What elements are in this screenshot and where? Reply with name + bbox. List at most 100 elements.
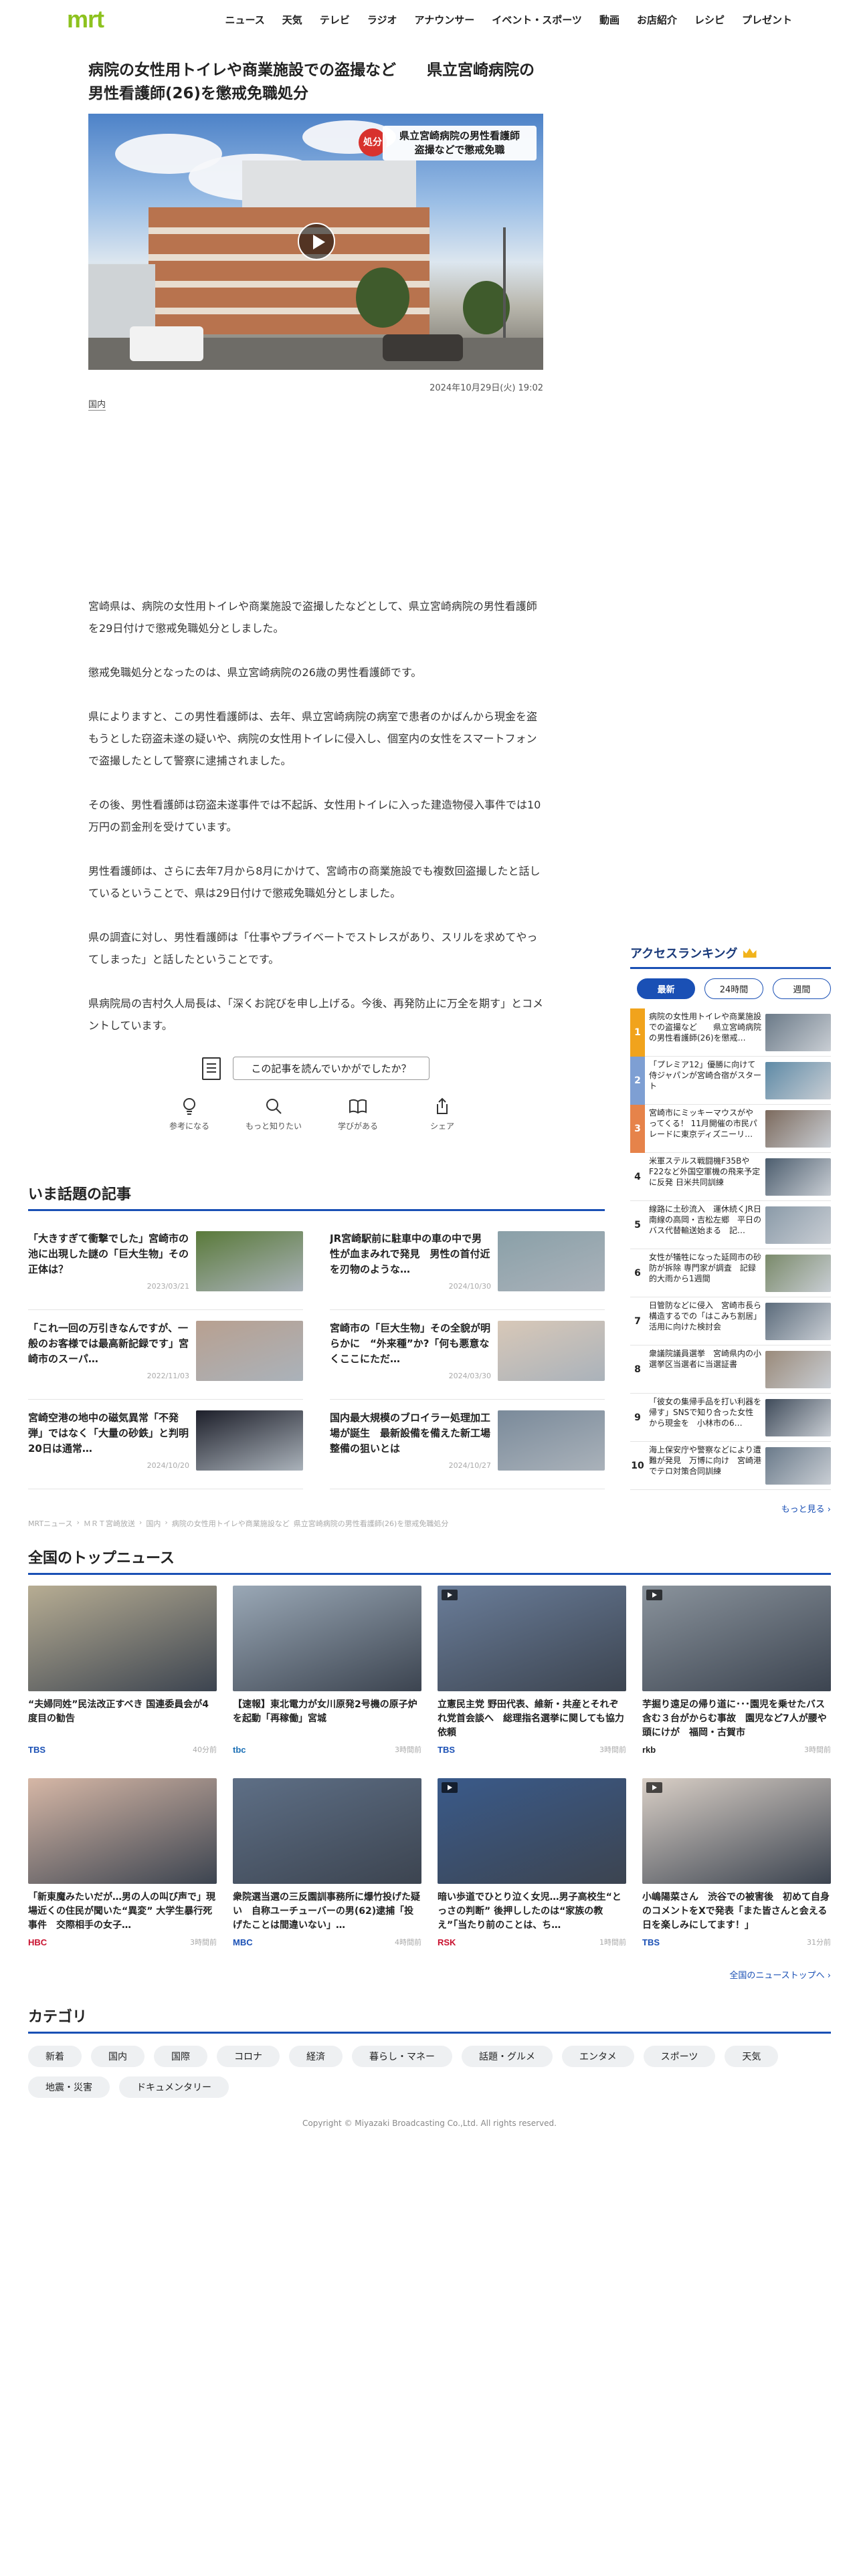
trending-item[interactable]: 「これ一回の万引きなんですが、一般のお客様では最高新記録です」宮崎市のスーパ… 2…: [28, 1310, 303, 1400]
ranking-item[interactable]: 8 衆議院議員選挙 宮崎県内の小選挙区当選者に当選証書: [630, 1346, 831, 1394]
nav-item-announcer[interactable]: アナウンサー: [415, 13, 475, 27]
breadcrumb-item[interactable]: 病院の女性用トイレや商業施設など: [172, 1518, 290, 1529]
ranking-item[interactable]: 7 日管防などに侵入 宮崎市長ら構造するでの「はこみち割居」活用に向けた検討会: [630, 1297, 831, 1346]
trending-item-date: 2024/03/30: [448, 1372, 491, 1380]
ranking-item[interactable]: 10 海上保安庁や警察などにより遭難が発見 万博に向け 宮崎港でテロ対策合同訓練: [630, 1442, 831, 1490]
ranking-item[interactable]: 9 「彼女の集帰手品を打い利器を帰す」SNSで知り合った女性から現金を 小林市の6…: [630, 1394, 831, 1442]
ranking-item-title: 宮崎市にミッキーマウスがやってくる！ 11月開催の市民パレードに東京ディズニーリ…: [649, 1107, 757, 1139]
national-news-card[interactable]: 芋掘り遠足の帰り道に･･･園児を乗せたバス含む３台がからむ事故 園児など7人が腰…: [642, 1586, 831, 1763]
category-pill[interactable]: 天気: [725, 2046, 779, 2067]
category-pill[interactable]: コロナ: [217, 2046, 280, 2067]
article-video[interactable]: 処分 県立宮崎病院の男性看護師 盗撮などで懲戒免職: [88, 114, 543, 370]
category-pill[interactable]: エンタメ: [562, 2046, 634, 2067]
trending-item-text: JR宮崎駅前に駐車中の車の中で男性が血まみれで発見 男性の首付近を刃物のような……: [330, 1231, 498, 1299]
national-news-thumbnail: [28, 1778, 217, 1884]
trending-item-title: 宮崎空港の地中の磁気異常「不発弾」ではなく「大量の砂鉄」と判明 20日は通常…: [28, 1412, 189, 1455]
nav-item-tv[interactable]: テレビ: [320, 13, 350, 27]
share-icon: [437, 1097, 448, 1114]
national-news-card[interactable]: 暗い歩道でひとり泣く女児…男子高校生“とっさの判断” 後押ししたのは“家族の教え…: [438, 1778, 626, 1956]
nav-item-events-sports[interactable]: イベント・スポーツ: [492, 13, 582, 27]
global-nav: ニュース 天気 テレビ ラジオ アナウンサー イベント・スポーツ 動画 お店紹介…: [225, 13, 792, 27]
ranking-number: 7: [634, 1315, 641, 1327]
ranking-item[interactable]: 6 女性が犠牲になった延岡市の砂防が拆除 専門家が調査 記録的大雨から1週間: [630, 1249, 831, 1297]
nav-item-video[interactable]: 動画: [599, 13, 619, 27]
share-button[interactable]: シェア: [412, 1096, 472, 1132]
article-paragraph: 懲戒免職処分となったのは、県立宮崎病院の26歳の男性看護師です。: [88, 666, 422, 679]
ranking-item[interactable]: 3 宮崎市にミッキーマウスがやってくる！ 11月開催の市民パレードに東京ディズニー…: [630, 1104, 831, 1153]
trending-item[interactable]: 国内最大規模のブロイラー処理加工場が誕生 最新設備を備えた新工場整備の狙いとは 2…: [330, 1400, 605, 1489]
ranking-thumbnail: [765, 1254, 831, 1292]
category-pill[interactable]: スポーツ: [643, 2046, 716, 2067]
category-pill[interactable]: 経済: [289, 2046, 343, 2067]
national-news-card[interactable]: 小嶋陽菜さん 渋谷での被害後 初めて自身のコメントをXで発表「また皆さんと会える…: [642, 1778, 831, 1956]
nav-item-weather[interactable]: 天気: [282, 13, 302, 27]
trending-item-title: JR宮崎駅前に駐車中の車の中で男性が血まみれで発見 男性の首付近を刃物のような…: [330, 1232, 490, 1275]
ranking-item[interactable]: 2 「プレミア12」優勝に向けて侍ジャパンが宮崎合宿がスタート: [630, 1056, 831, 1105]
national-news-card[interactable]: 衆院選当選の三反園訓事務所に爆竹投げた疑い 自称ユーチューバーの男(62)逮捕「…: [233, 1778, 421, 1956]
article-category-link[interactable]: 国内: [88, 397, 106, 411]
trending-item[interactable]: 「大きすぎて衝撃でした」宮崎市の池に出現した謎の「巨大生物」その正体は？ 2023…: [28, 1220, 303, 1310]
feedback-want-more-label: もっと知りたい: [245, 1121, 302, 1131]
feedback-helpful-label: 参考になる: [169, 1121, 209, 1131]
ranking-more-link[interactable]: もっと見る ›: [630, 1502, 831, 1515]
tab-24h[interactable]: 24時間: [704, 978, 763, 999]
article: 病院の女性用トイレや商業施設での盗撮など 県立宮崎病院の男性看護師(26)を懲戒…: [88, 59, 543, 411]
trending-item[interactable]: 宮崎市の「巨大生物」その全貌が明らかに “外来種”か?「何も悪意なくここにただ……: [330, 1310, 605, 1400]
nav-item-recipes[interactable]: レシピ: [694, 13, 725, 27]
ranking-thumbnail: [765, 1061, 831, 1099]
site-logo[interactable]: mrt: [67, 5, 104, 33]
trending-item[interactable]: JR宮崎駅前に駐車中の車の中で男性が血まみれで発見 男性の首付近を刃物のような……: [330, 1220, 605, 1310]
nav-item-radio[interactable]: ラジオ: [367, 13, 397, 27]
national-news-meta: MBC 4時間前: [233, 1937, 421, 1947]
ranking-item[interactable]: 5 線路に土砂流入 運休続くJR日南線の高岡・吉松左郷 平日のバス代替輸送始まる …: [630, 1201, 831, 1249]
hero-caption: 県立宮崎病院の男性看護師 盗撮などで懲戒免職: [383, 126, 537, 160]
national-news-card[interactable]: 【速報】東北電力が女川原発2号機の原子炉を起動「再稼働」宮城 tbc 3時間前: [233, 1586, 421, 1763]
feedback-want-more-button[interactable]: もっと知りたい: [244, 1096, 304, 1132]
national-news-title: 【速報】東北電力が女川原発2号機の原子炉を起動「再稼働」宮城: [233, 1699, 417, 1724]
category-pill[interactable]: 地震・災害: [28, 2076, 110, 2098]
trending-thumbnail: [498, 1410, 605, 1471]
ranking-thumbnail: [765, 1302, 831, 1340]
ranking-thumbnail: [765, 1446, 831, 1485]
breadcrumb-item[interactable]: MRTニュース: [28, 1518, 73, 1529]
ranking-item[interactable]: 4 米軍ステルス戦闘機F35Bや F22など外国空軍機の飛来予定に反発 日米共同訓…: [630, 1153, 831, 1201]
feedback-learned-button[interactable]: 学びがある: [328, 1096, 388, 1132]
ranking-item[interactable]: 1 病院の女性用トイレや商業施設での盗撮など 県立宮崎病院の男性看護師(26)を懲…: [630, 1008, 831, 1057]
category-list: 新着 国内 国際 コロナ 経済 暮らし・マネー 話題・グルメ エンタメ スポーツ 天気地震・災害ド…: [28, 2046, 784, 2098]
national-news-card[interactable]: “夫婦同姓”民法改正すべき 国連委員会が4度目の勧告 TBS 40分前: [28, 1586, 217, 1763]
category-pill[interactable]: ドキュメンタリー: [119, 2076, 229, 2098]
category-pill[interactable]: 暮らし・マネー: [352, 2046, 452, 2067]
trending-item-text: 「大きすぎて衝撃でした」宮崎市の池に出現した謎の「巨大生物」その正体は？ 2023…: [28, 1231, 196, 1299]
article-date: 2024年10月29日(火) 19:02: [430, 383, 543, 393]
trending-item-text: 宮崎空港の地中の磁気異常「不発弾」ではなく「大量の砂鉄」と判明 20日は通常… 2…: [28, 1410, 196, 1478]
nav-item-presents[interactable]: プレゼント: [742, 13, 792, 27]
ranking-number: 9: [634, 1412, 641, 1423]
play-icon[interactable]: [298, 223, 335, 260]
feedback-learned-label: 学びがある: [337, 1121, 378, 1131]
national-more-link[interactable]: 全国のニューストップへ ›: [28, 1968, 831, 1981]
category-pill[interactable]: 国内: [91, 2046, 145, 2067]
breadcrumb-item[interactable]: ＭＲＴ宮崎放送: [84, 1518, 135, 1529]
national-news-card[interactable]: 「新東魔みたいだが…男の人の叫び声で」現場近くの住民が聞いた“異変” 大学生暴行…: [28, 1778, 217, 1956]
breadcrumb-item[interactable]: 国内: [146, 1518, 161, 1529]
breadcrumb-separator: ›: [76, 1518, 80, 1527]
nav-item-shops[interactable]: お店紹介: [637, 13, 677, 27]
breadcrumb-separator: ›: [165, 1518, 168, 1527]
national-news-thumbnail: [438, 1586, 626, 1691]
category-pill[interactable]: 話題・グルメ: [462, 2046, 553, 2067]
nav-item-news[interactable]: ニュース: [225, 13, 265, 27]
national-news-card[interactable]: 立憲民主党 野田代表、維新・共産とそれぞれ党首会談へ 総理指名選挙に関しても協力…: [438, 1586, 626, 1763]
category-pill[interactable]: 新着: [28, 2046, 82, 2067]
tab-latest[interactable]: 最新: [637, 978, 696, 999]
national-news-thumbnail: [438, 1778, 626, 1884]
ranking-thumbnail: [765, 1398, 831, 1436]
feedback-question: この記事を読んでいかがでしたか？: [233, 1057, 430, 1080]
copyright: Copyright © Miyazaki Broadcasting Co.,Lt…: [302, 2119, 557, 2128]
ranking-number: 8: [634, 1364, 641, 1375]
trending-item[interactable]: 宮崎空港の地中の磁気異常「不発弾」ではなく「大量の砂鉄」と判明 20日は通常… 2…: [28, 1400, 303, 1489]
crown-icon: [743, 948, 757, 958]
tab-weekly[interactable]: 週間: [772, 978, 831, 999]
national-news-source: TBS: [642, 1937, 660, 1947]
category-pill[interactable]: 国際: [154, 2046, 207, 2067]
feedback-helpful-button[interactable]: 参考になる: [159, 1096, 219, 1132]
